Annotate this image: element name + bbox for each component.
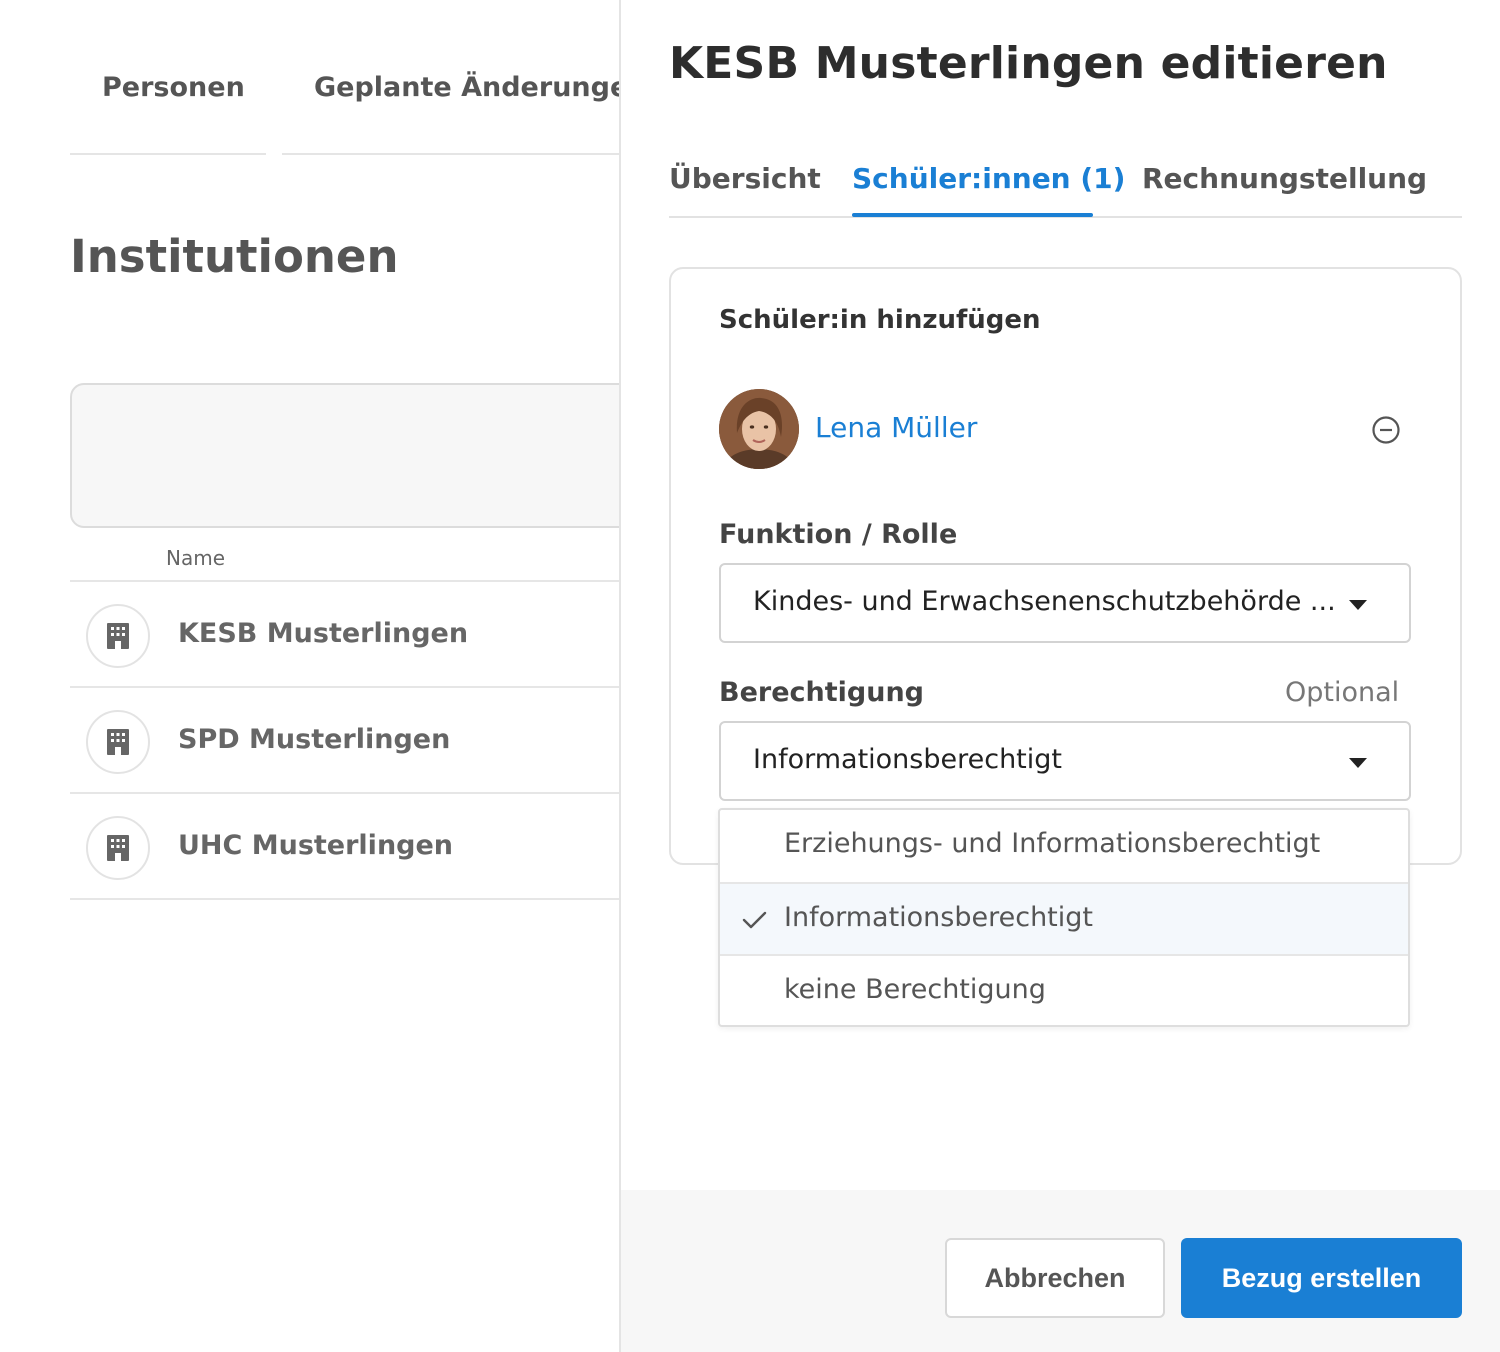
table-row[interactable]: KESB Musterlingen	[70, 582, 620, 686]
tab-divider	[282, 153, 620, 155]
tab-personen[interactable]: Personen	[102, 72, 245, 103]
tab-schuelerinnen[interactable]: Schüler:innen (1)	[852, 162, 1125, 195]
building-icon	[86, 816, 150, 880]
checkmark-icon	[740, 906, 768, 934]
tab-geplante-aenderungen[interactable]: Geplante Änderungen	[314, 72, 620, 103]
selected-person: Lena Müller	[719, 389, 1419, 471]
page-title: Institutionen	[70, 230, 399, 283]
role-label: Funktion / Rolle	[719, 519, 958, 550]
card-heading: Schüler:in hinzufügen	[719, 305, 1041, 335]
table-row[interactable]: UHC Musterlingen	[70, 794, 620, 898]
minus-circle-icon[interactable]	[1371, 415, 1401, 445]
filter-box	[70, 383, 620, 528]
cancel-button[interactable]: Abbrechen	[945, 1238, 1165, 1318]
panel-tabs: Übersicht Schüler:innen (1) Rechnungstel…	[669, 150, 1462, 218]
table-row[interactable]: SPD Musterlingen	[70, 688, 620, 792]
tab-rechnungstellung[interactable]: Rechnungstellung	[1142, 162, 1427, 195]
option-informationsberechtigt[interactable]: Informationsberechtigt	[720, 884, 1408, 956]
chevron-down-icon	[1349, 600, 1367, 610]
row-divider	[70, 898, 620, 900]
edit-panel: KESB Musterlingen editieren Übersicht Sc…	[619, 0, 1500, 1352]
institution-name: UHC Musterlingen	[178, 830, 454, 861]
option-keine-berechtigung[interactable]: keine Berechtigung	[720, 956, 1408, 1028]
avatar	[719, 389, 799, 469]
option-erziehungs-und-informationsberechtigt[interactable]: Erziehungs- und Informationsberechtigt	[720, 810, 1408, 882]
building-icon	[86, 604, 150, 668]
chevron-down-icon	[1349, 758, 1367, 768]
column-header-name: Name	[166, 546, 226, 570]
option-label: keine Berechtigung	[784, 974, 1046, 1005]
person-name-link[interactable]: Lena Müller	[815, 411, 977, 444]
permission-label: Berechtigung	[719, 677, 925, 708]
role-select[interactable]: Kindes- und Erwachsenenschutzbehörde ...	[719, 563, 1411, 643]
background-page: Personen Geplante Änderungen Institution…	[0, 0, 620, 1352]
active-tab-indicator	[852, 213, 1093, 217]
institution-name: KESB Musterlingen	[178, 618, 469, 649]
permission-dropdown-menu: Erziehungs- und Informationsberechtigt I…	[718, 808, 1410, 1027]
option-label: Informationsberechtigt	[784, 902, 1093, 933]
permission-select-value: Informationsberechtigt	[753, 744, 1062, 775]
panel-title: KESB Musterlingen editieren	[669, 38, 1388, 89]
permission-select[interactable]: Informationsberechtigt	[719, 721, 1411, 801]
institution-name: SPD Musterlingen	[178, 724, 451, 755]
building-icon	[86, 710, 150, 774]
tab-uebersicht[interactable]: Übersicht	[669, 162, 821, 195]
add-student-card: Schüler:in hinzufügen Lena Müller Funkti…	[669, 267, 1462, 865]
create-relation-button[interactable]: Bezug erstellen	[1181, 1238, 1462, 1318]
tab-divider	[70, 153, 266, 155]
panel-footer: Abbrechen Bezug erstellen	[621, 1190, 1500, 1352]
option-label: Erziehungs- und Informationsberechtigt	[784, 828, 1321, 859]
optional-hint: Optional	[1285, 677, 1400, 708]
role-select-value: Kindes- und Erwachsenenschutzbehörde ...	[753, 586, 1336, 617]
